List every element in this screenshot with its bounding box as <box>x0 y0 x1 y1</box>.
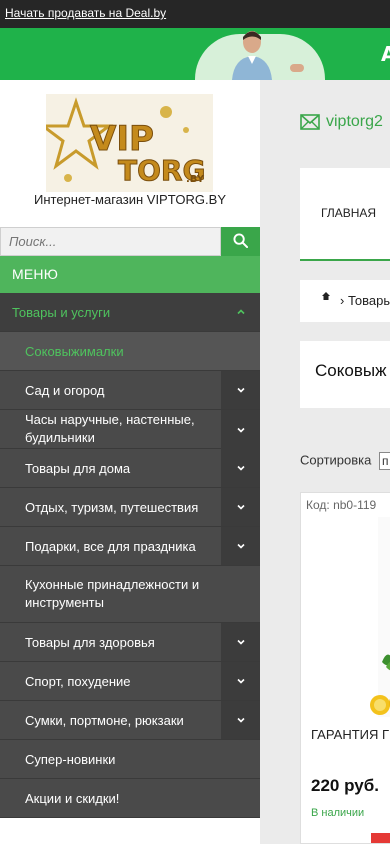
stock-status: В наличии <box>311 807 365 819</box>
menu-item-label: Товары для дома <box>25 460 131 476</box>
search-button[interactable] <box>221 227 260 256</box>
chevron-down-icon[interactable] <box>221 488 260 526</box>
chevron-down-icon[interactable] <box>221 662 260 700</box>
banner-hand-pointer <box>290 64 304 72</box>
chevron-down-icon[interactable] <box>221 623 260 661</box>
page-title-card: Соковыж <box>300 341 390 408</box>
menu-item-watches[interactable]: Часы наручные, настенные, будильники <box>0 410 260 449</box>
menu-item-sport[interactable]: Спорт, похудение <box>0 662 260 701</box>
sort-control: Сортировка п <box>300 452 390 470</box>
menu-item-label: Сумки, портмоне, рюкзаки <box>25 712 184 728</box>
menu-category-goods-services[interactable]: Товары и услуги <box>0 293 260 332</box>
store-name: Интернет-магазин VIPTORG.BY <box>34 192 226 207</box>
chevron-down-icon[interactable] <box>221 371 260 409</box>
main-content: viptorg2 ГЛАВНАЯ › Товары Соковыж Сортир… <box>260 80 390 844</box>
product-price: 220 руб. <box>311 776 379 795</box>
svg-text:.BY: .BY <box>186 174 205 185</box>
menu-item-label: Сад и огород <box>25 382 105 398</box>
search-input[interactable] <box>0 227 221 256</box>
menu-item-kitchen[interactable]: Кухонные принадлежности и инструменты <box>0 566 260 623</box>
search-icon <box>233 232 249 248</box>
search-bar <box>0 227 260 256</box>
menu-header[interactable]: МЕНЮ <box>0 256 260 293</box>
svg-text:VIP: VIP <box>90 119 154 159</box>
top-promo-bar: Начать продавать на Deal.by <box>0 0 390 28</box>
menu-item-label: Супер-новинки <box>25 751 116 767</box>
chevron-down-icon[interactable] <box>221 449 260 487</box>
product-code: Код: nb0-119 <box>306 498 377 512</box>
menu-item-new[interactable]: Супер-новинки <box>0 740 260 779</box>
category-menu: Товары и услуги Соковыжималки Сад и огор… <box>0 293 260 818</box>
menu-item-label: Спорт, похудение <box>25 673 131 689</box>
nav-main-link[interactable]: ГЛАВНАЯ <box>321 206 376 220</box>
product-name[interactable]: ГАРАНТИЯ Г центробежн <box>311 725 390 744</box>
vip-torg-logo-icon: VIP TORG .BY <box>46 94 213 192</box>
chevron-down-icon[interactable] <box>221 410 260 449</box>
store-logo[interactable]: VIP TORG .BY <box>46 94 213 192</box>
menu-item-travel[interactable]: Отдых, туризм, путешествия <box>0 488 260 527</box>
envelope-icon <box>300 114 320 130</box>
email-link[interactable]: viptorg2 <box>300 113 383 131</box>
top-nav: ГЛАВНАЯ <box>300 168 390 261</box>
breadcrumb-item[interactable]: › Товары <box>340 293 390 308</box>
menu-item-sales[interactable]: Акции и скидки! <box>0 779 260 818</box>
menu-item-label: Подарки, все для праздника <box>25 538 196 554</box>
sort-label: Сортировка <box>300 452 372 468</box>
menu-item-bags[interactable]: Сумки, портмоне, рюкзаки <box>0 701 260 740</box>
banner-person-image <box>232 31 272 80</box>
menu-item-label: Акции и скидки! <box>25 790 120 806</box>
menu-item-garden[interactable]: Сад и огород <box>0 371 260 410</box>
chevron-up-icon[interactable] <box>221 293 260 331</box>
product-card[interactable]: Код: nb0-119 ГАРАНТИЯ Г центробежн 220 р… <box>300 492 390 844</box>
banner-headline-text: А <box>381 42 390 66</box>
menu-item-home-goods[interactable]: Товары для дома <box>0 449 260 488</box>
sort-select[interactable]: п <box>378 452 390 470</box>
menu-item-label: Товары и услуги <box>12 305 111 320</box>
promo-banner[interactable]: А <box>0 28 390 80</box>
sidebar: VIP TORG .BY Интернет-магазин VIPTORG.BY… <box>0 80 260 844</box>
menu-item-juicers[interactable]: Соковыжималки <box>0 332 260 371</box>
menu-item-label: Соковыжималки <box>25 344 124 359</box>
page-title: Соковыж <box>315 361 387 380</box>
start-selling-link[interactable]: Начать продавать на Deal.by <box>5 6 166 20</box>
menu-item-label: Отдых, туризм, путешествия <box>25 499 199 515</box>
menu-item-label: Кухонные принадлежности и инструменты <box>25 577 200 610</box>
menu-item-health[interactable]: Товары для здоровья <box>0 623 260 662</box>
menu-item-label: Часы наручные, настенные, будильники <box>25 412 195 445</box>
menu-item-label: Товары для здоровья <box>25 634 155 650</box>
email-text: viptorg2 <box>326 113 383 130</box>
home-icon[interactable] <box>322 292 330 300</box>
product-image[interactable] <box>368 517 390 717</box>
menu-item-gifts[interactable]: Подарки, все для праздника <box>0 527 260 566</box>
breadcrumb: › Товары <box>300 280 390 322</box>
chevron-down-icon[interactable] <box>221 527 260 565</box>
buy-button[interactable] <box>371 833 390 843</box>
chevron-down-icon[interactable] <box>221 701 260 739</box>
